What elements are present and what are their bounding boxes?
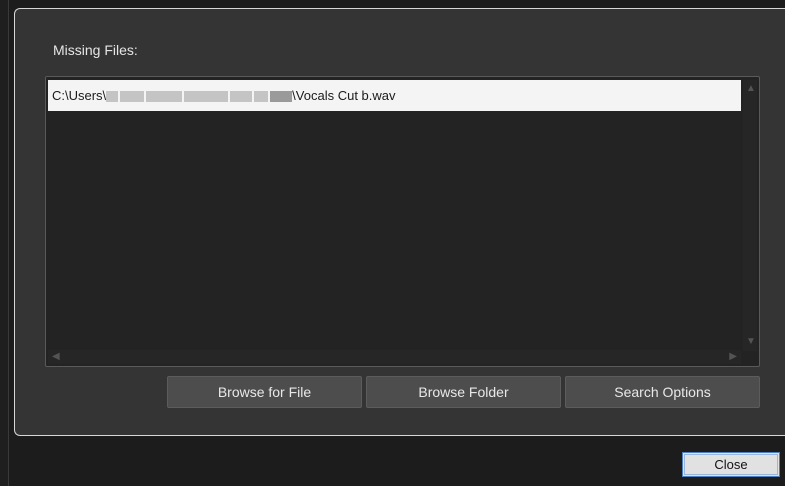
redacted-block xyxy=(120,91,145,103)
scroll-right-icon[interactable]: ▶ xyxy=(729,352,737,362)
redacted-block xyxy=(106,91,119,103)
background-strip xyxy=(0,0,9,486)
browse-folder-button[interactable]: Browse Folder xyxy=(366,376,561,408)
redacted-block xyxy=(146,91,183,103)
list-item[interactable]: C:\Users\ \Vocals Cut b.wav xyxy=(48,80,741,111)
file-path-suffix: \Vocals Cut b.wav xyxy=(292,88,396,103)
redacted-block xyxy=(254,91,269,103)
missing-files-label: Missing Files: xyxy=(53,42,138,58)
scroll-down-icon[interactable]: ▼ xyxy=(746,337,756,347)
scroll-up-icon[interactable]: ▲ xyxy=(746,84,756,94)
redacted-block xyxy=(230,91,253,103)
missing-files-window: Missing Files: C:\Users\ \Vocals Cut b.wa… xyxy=(0,0,785,486)
horizontal-scrollbar[interactable]: ◀ ▶ xyxy=(48,350,741,364)
close-button[interactable]: Close xyxy=(682,452,780,477)
file-path-prefix: C:\Users\ xyxy=(52,88,107,103)
scroll-left-icon[interactable]: ◀ xyxy=(52,352,60,362)
vertical-scrollbar[interactable]: ▲ ▼ xyxy=(743,80,757,351)
redacted-block xyxy=(270,91,293,103)
redacted-block xyxy=(184,91,229,103)
search-options-button[interactable]: Search Options xyxy=(565,376,760,408)
browse-for-file-button[interactable]: Browse for File xyxy=(167,376,362,408)
missing-files-list[interactable]: C:\Users\ \Vocals Cut b.wav ▲ ▼ ◀ ▶ xyxy=(45,76,760,367)
